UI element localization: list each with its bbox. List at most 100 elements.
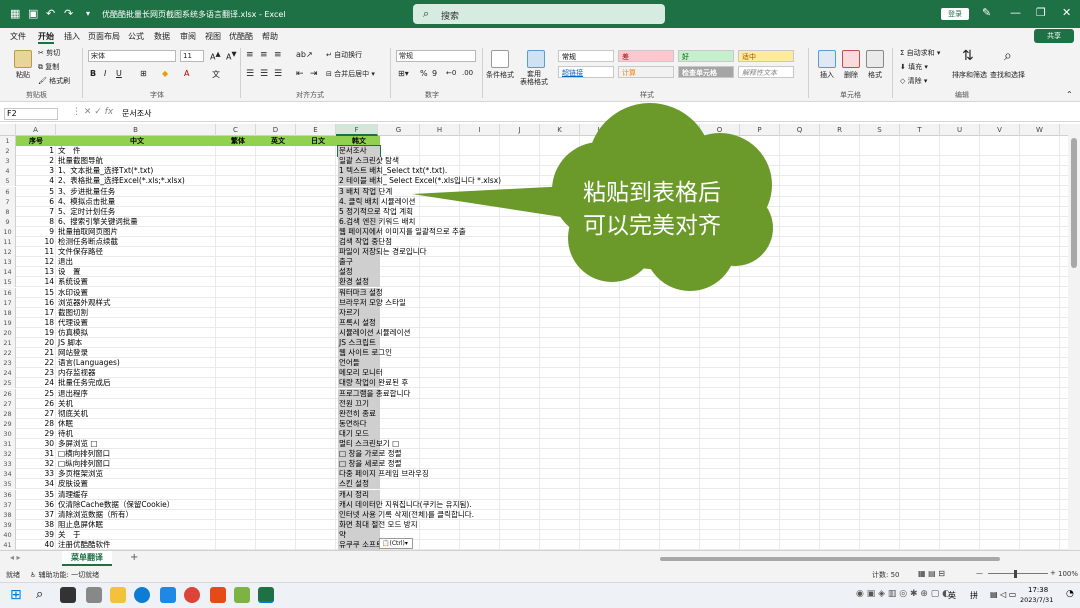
cell-chinese[interactable]: 语言(Languages) (57, 358, 217, 368)
sort-filter-icon[interactable]: ⇅ (962, 48, 974, 64)
underline-button[interactable]: U (116, 69, 122, 78)
cell-chinese[interactable]: 截图切割 (57, 308, 217, 318)
cell-chinese[interactable]: 1、文本批量_选择Txt(*.txt) (57, 166, 217, 176)
row-number[interactable]: 22 (0, 348, 16, 359)
column-header-n[interactable]: N (660, 124, 700, 136)
column-header-g[interactable]: G (378, 124, 420, 136)
zoom-out-icon[interactable]: — (976, 569, 983, 577)
cell-chinese[interactable]: JS 脚本 (57, 338, 217, 348)
percent-icon[interactable]: % (420, 69, 428, 78)
cell-chinese[interactable]: 内存监视器 (57, 368, 217, 378)
input-lang-2[interactable]: 拼 (970, 590, 978, 601)
cell-index[interactable]: 11 (16, 247, 56, 257)
cell-index[interactable]: 12 (16, 257, 56, 267)
pen-icon[interactable]: ✎ (982, 6, 991, 19)
row-number[interactable]: 8 (0, 206, 16, 217)
cell-korean[interactable]: 캐시 데이터만 지워집니다(쿠키는 유지됨). (338, 499, 472, 510)
cell-korean[interactable]: 대량 작업이 완료된 후 (338, 378, 408, 389)
cell-chinese[interactable]: 批量抽取网页图片 (57, 227, 217, 237)
zoom-level[interactable]: 100% (1058, 570, 1078, 578)
insert-label[interactable]: 插入 (820, 70, 834, 80)
cell-korean[interactable]: 약 (338, 529, 380, 540)
cell-index[interactable]: 2 (16, 156, 56, 166)
vertical-scroll-thumb[interactable] (1071, 138, 1077, 268)
column-header-u[interactable]: U (940, 124, 980, 136)
tab-formulas[interactable]: 公式 (128, 31, 144, 42)
cell-chinese[interactable]: 清理缓存 (57, 490, 217, 500)
cell-index[interactable]: 22 (16, 358, 56, 368)
row-number[interactable]: 34 (0, 469, 16, 480)
cell-chinese[interactable]: 关 于 (57, 530, 217, 540)
horizontal-scroll-thumb[interactable] (660, 557, 1000, 561)
column-header-c[interactable]: C (216, 124, 256, 136)
app-icon[interactable] (160, 587, 176, 603)
clear-button[interactable]: ◇ 清除 ▾ (900, 76, 927, 86)
cell-korean[interactable]: 캐시 정리 (338, 489, 380, 500)
cell-index[interactable]: 38 (16, 520, 56, 530)
format-as-table-icon[interactable] (527, 50, 545, 68)
decrease-indent-icon[interactable]: ⇤ (296, 69, 304, 79)
search-box[interactable]: ⌕ 搜索 (413, 4, 665, 24)
zoom-slider-thumb[interactable] (1014, 570, 1017, 578)
tab-help[interactable]: 帮助 (262, 31, 278, 42)
cell-chinese[interactable]: 退出 (57, 257, 217, 267)
delete-label[interactable]: 删除 (844, 70, 858, 80)
row-number[interactable]: 28 (0, 408, 16, 419)
font-color-icon[interactable]: A (184, 69, 189, 78)
column-header-t[interactable]: T (900, 124, 940, 136)
cell-chinese[interactable]: 网站登录 (57, 348, 217, 358)
cell-index[interactable]: 28 (16, 419, 56, 429)
copy-button[interactable]: ⧉ 复制 (38, 62, 59, 72)
find-select-icon[interactable]: ⌕ (1004, 48, 1012, 64)
row-number[interactable]: 3 (0, 156, 16, 167)
cell-index[interactable]: 9 (16, 227, 56, 237)
number-format-select[interactable]: 常规 (396, 50, 476, 62)
tab-review[interactable]: 审阅 (180, 31, 196, 42)
cell-style-7[interactable]: 解释性文本 (738, 66, 794, 78)
cell-index[interactable]: 14 (16, 277, 56, 287)
row-number[interactable]: 33 (0, 459, 16, 470)
start-icon[interactable]: ⊞ (10, 587, 22, 603)
column-header-a[interactable]: A (16, 124, 56, 136)
decrease-decimal-icon[interactable]: .00 (462, 69, 473, 77)
cell-index[interactable]: 32 (16, 459, 56, 469)
cell-chinese[interactable]: 多屏浏览 □ (57, 439, 217, 449)
cell-index[interactable]: 10 (16, 237, 56, 247)
column-header-w[interactable]: W (1020, 124, 1060, 136)
row-number[interactable]: 25 (0, 378, 16, 389)
accessibility-status[interactable]: ♿ 辅助功能: 一切就绪 (30, 570, 99, 580)
row-number[interactable]: 29 (0, 418, 16, 429)
cell-chinese[interactable]: 设 置 (57, 267, 217, 277)
cell-chinese[interactable]: 仿真模拟 (57, 328, 217, 338)
header-cell-b[interactable]: 中文 (56, 136, 218, 147)
cell-chinese[interactable]: 水印设置 (57, 288, 217, 298)
cell-chinese[interactable]: 清除浏览数据（所有） (57, 510, 217, 520)
view-normal-icon[interactable]: ▦ ▤ ⊟ (918, 569, 945, 578)
cell-style-5[interactable]: 计算 (618, 66, 674, 78)
italic-button[interactable]: I (104, 69, 106, 78)
cell-chinese[interactable]: 注册优酷酷软件 (57, 540, 217, 550)
cell-korean[interactable]: 화면 최대 절전 모드 방지 (338, 519, 418, 530)
cell-chinese[interactable]: 彻底关机 (57, 409, 217, 419)
cell-chinese[interactable]: 文 件 (57, 146, 217, 156)
cell-chinese[interactable]: 多页框架浏览 (57, 469, 217, 479)
align-bottom-icon[interactable]: ≡ (274, 50, 282, 60)
row-number[interactable]: 12 (0, 247, 16, 258)
cell-index[interactable]: 24 (16, 378, 56, 388)
column-header-q[interactable]: Q (780, 124, 820, 136)
column-header-b[interactable]: B (56, 124, 216, 136)
autosum-button[interactable]: Σ 自动求和 ▾ (900, 48, 940, 58)
cell-chinese[interactable]: 代理设置 (57, 318, 217, 328)
cell-chinese[interactable]: 2、表格批量_选择Excel(*.xls;*.xlsx) (57, 176, 217, 186)
cell-korean[interactable]: 5 정기적으로 작업 계획 (338, 206, 413, 217)
cell-korean[interactable]: 완전히 종료 (338, 408, 380, 419)
restore-button[interactable]: ❐ (1036, 6, 1046, 19)
delete-cells-icon[interactable] (842, 50, 860, 68)
column-header-i[interactable]: I (460, 124, 500, 136)
cell-index[interactable]: 3 (16, 166, 56, 176)
cell-index[interactable]: 37 (16, 510, 56, 520)
cell-korean[interactable]: 시뮬레이션 시뮬레이션 (338, 327, 410, 338)
cell-korean[interactable]: 스킨 설정 (338, 479, 380, 490)
cell-korean[interactable]: 문서조사 (337, 145, 381, 158)
cell-index[interactable]: 33 (16, 469, 56, 479)
